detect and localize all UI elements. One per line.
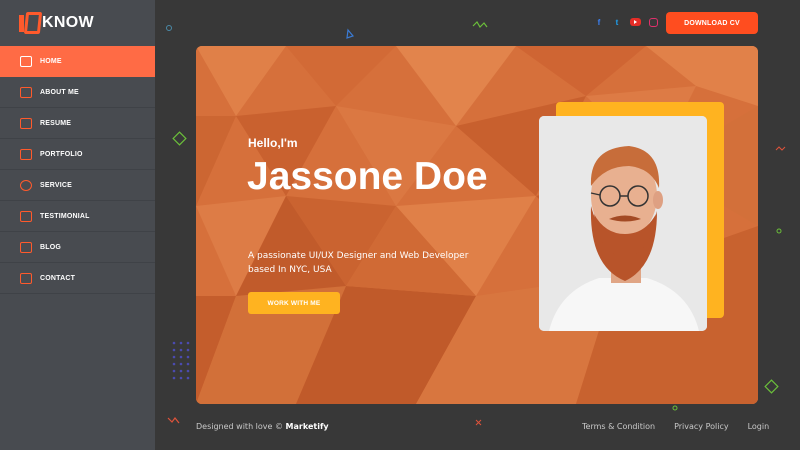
hero-section: Hello,I'm Jassone Doe A passionate UI/UX… (196, 46, 758, 404)
hero-name: Jassone Doe (247, 155, 488, 198)
work-with-me-button[interactable]: WORK WITH ME (248, 292, 340, 314)
twitter-icon[interactable]: t (612, 17, 622, 27)
profile-photo (539, 116, 707, 331)
footer-credit: Designed with love © Marketify (196, 422, 329, 431)
youtube-icon[interactable] (630, 18, 641, 26)
hero-description: A passionate UI/UX Designer and Web Deve… (248, 251, 469, 275)
footer-link-privacy[interactable]: Privacy Policy (674, 422, 729, 431)
footer-credit-prefix: Designed with love © (196, 422, 286, 431)
footer-links: Terms & Condition Privacy Policy Login (582, 422, 769, 431)
social-links: f t (594, 17, 658, 27)
footer-credit-brand[interactable]: Marketify (286, 422, 329, 431)
facebook-icon[interactable]: f (594, 17, 604, 27)
footer-link-terms[interactable]: Terms & Condition (582, 422, 655, 431)
instagram-icon[interactable] (649, 17, 658, 27)
download-cv-button[interactable]: DOWNLOAD CV (666, 12, 758, 34)
hero-greeting: Hello,I'm (248, 136, 298, 150)
footer-link-login[interactable]: Login (748, 422, 770, 431)
